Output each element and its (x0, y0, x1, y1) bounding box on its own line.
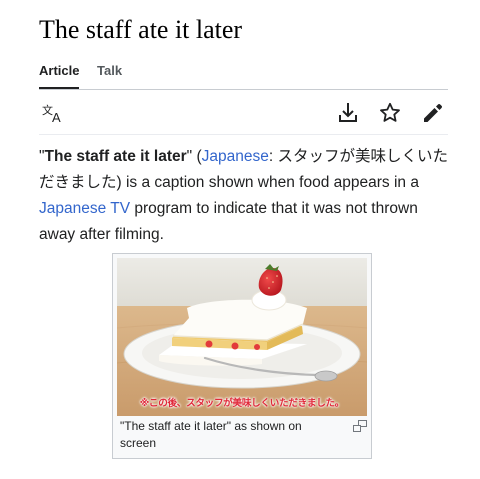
paren-open: ( (192, 148, 202, 165)
download-icon[interactable] (336, 101, 360, 125)
japanese-language-link[interactable]: Japanese (202, 148, 269, 165)
image-subtitle: ※この後、スタッフが美味しくいただきました。 (139, 398, 345, 409)
tab-article[interactable]: Article (39, 62, 80, 89)
figure-caption: "The staff ate it later" as shown on scr… (120, 419, 302, 450)
language-icon[interactable]: 文 A (41, 101, 65, 125)
enlarge-icon[interactable] (353, 420, 367, 432)
body-text: ) is a caption shown when food appears i… (116, 174, 419, 191)
japanese-tv-link[interactable]: Japanese TV (39, 200, 130, 217)
star-icon[interactable] (378, 101, 402, 125)
figure-thumbnail: ※この後、スタッフが美味しくいただきました。 "The staff ate it… (112, 253, 372, 459)
page-toolbar: 文 A (39, 92, 448, 135)
article-term: The staff ate it later (44, 148, 187, 165)
edit-pencil-icon[interactable] (421, 101, 445, 125)
page-tabs: Article Talk (39, 62, 448, 90)
cake-photo[interactable] (117, 258, 367, 416)
page-title: The staff ate it later (39, 15, 243, 44)
intro-paragraph: "The staff ate it later" (Japanese: スタッフ… (39, 144, 449, 248)
tab-talk[interactable]: Talk (97, 62, 122, 80)
svg-text:A: A (52, 110, 61, 125)
